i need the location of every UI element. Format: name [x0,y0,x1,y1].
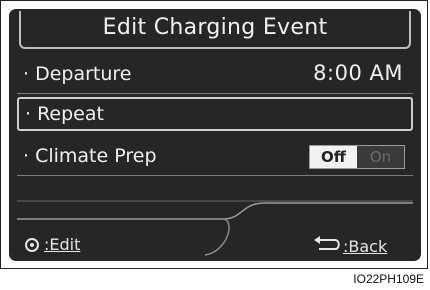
climate-prep-row[interactable]: · Climate Prep Off On [17,139,413,176]
toggle-on-option[interactable]: On [357,146,404,168]
back-button[interactable]: :Back [343,237,387,256]
display-screen: Edit Charging Event · Departure 8:00 AM … [9,9,421,261]
figure-frame: Edit Charging Event · Departure 8:00 AM … [0,0,428,269]
climate-prep-label: · Climate Prep [23,145,157,167]
back-arrow-icon[interactable] [311,235,341,253]
repeat-row[interactable]: · Repeat [17,97,413,131]
climate-prep-toggle[interactable]: Off On [309,145,405,169]
dial-icon [25,238,39,252]
title-bar: Edit Charging Event [19,11,411,49]
departure-label: · Departure [23,63,132,85]
edit-button[interactable]: :Edit [44,235,80,254]
repeat-label: · Repeat [25,103,104,125]
toggle-off-option[interactable]: Off [310,146,357,168]
departure-time: 8:00 AM [313,61,403,85]
page-title: Edit Charging Event [102,15,328,40]
departure-row[interactable]: · Departure 8:00 AM [17,57,413,94]
figure-caption: IO22PH109E [353,272,424,286]
